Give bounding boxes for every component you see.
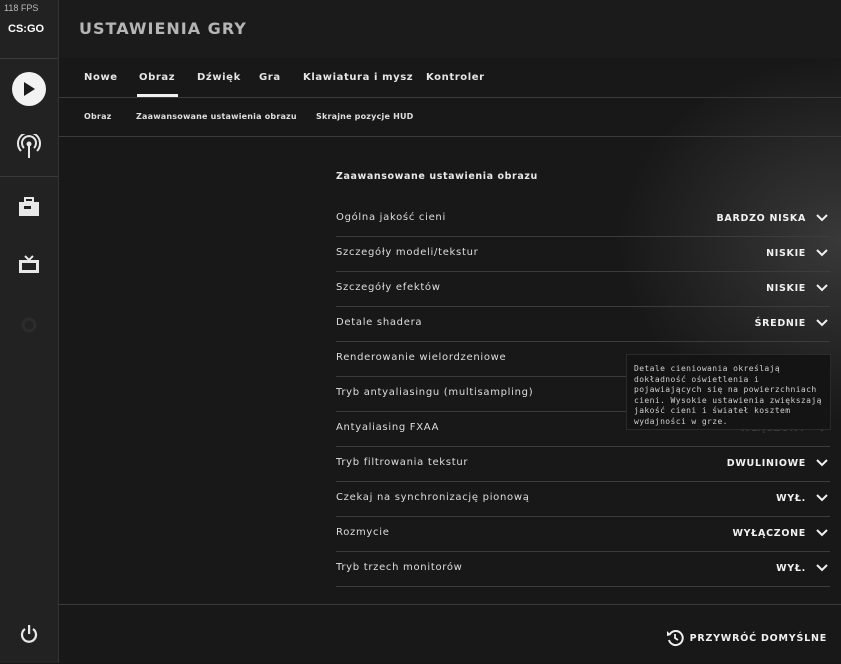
chevron-down-icon[interactable] <box>816 248 828 258</box>
main-panel: USTAWIENIA GRY Nowe Obraz Dźwięk Gra Kla… <box>59 0 841 663</box>
logo-left: CS <box>8 23 24 35</box>
tab-klawiatura-i-mysz[interactable]: Klawiatura i mysz <box>303 72 413 83</box>
tab-gra[interactable]: Gra <box>259 72 281 83</box>
chevron-down-icon[interactable] <box>816 493 828 503</box>
setting-row[interactable]: Czekaj na synchronizację pionową WYŁ. <box>336 481 830 517</box>
footer: PRZYWRÓĆ DOMYŚLNE <box>59 604 841 664</box>
setting-label: Detale shadera <box>336 317 423 328</box>
tab-obraz[interactable]: Obraz <box>136 72 179 97</box>
setting-row[interactable]: Detale shadera ŚREDNIE <box>336 306 830 342</box>
play-icon <box>12 72 46 106</box>
setting-row[interactable]: Szczegóły efektów NISKIE <box>336 271 830 307</box>
subtab-zaawansowane[interactable]: Zaawansowane ustawienia obrazu <box>136 112 297 121</box>
setting-label: Czekaj na synchronizację pionową <box>336 492 530 503</box>
briefcase-icon <box>19 197 39 216</box>
setting-label: Szczegóły efektów <box>336 282 441 293</box>
chevron-down-icon[interactable] <box>816 213 828 223</box>
setting-value[interactable]: WYŁĄCZONE <box>733 528 807 539</box>
csgo-logo: CS:GO <box>8 23 52 41</box>
setting-row[interactable]: Tryb trzech monitorów WYŁ. <box>336 551 830 587</box>
chevron-down-icon[interactable] <box>816 458 828 468</box>
play-button[interactable] <box>0 64 58 114</box>
broadcast-icon <box>17 134 41 158</box>
subtab-skrajne-pozycje-hud[interactable]: Skrajne pozycje HUD <box>316 112 414 121</box>
setting-label: Tryb antyaliasingu (multisampling) <box>336 387 534 398</box>
setting-label: Tryb filtrowania tekstur <box>336 457 469 468</box>
tab-kontroler[interactable]: Kontroler <box>426 72 485 83</box>
main-tabs: Nowe Obraz Dźwięk Gra Klawiatura i mysz … <box>59 58 841 98</box>
chevron-down-icon[interactable] <box>816 528 828 538</box>
fps-counter: 118 FPS <box>4 3 39 13</box>
restore-defaults-button[interactable]: PRZYWRÓĆ DOMYŚLNE <box>666 629 827 647</box>
tab-nowe[interactable]: Nowe <box>84 72 118 83</box>
gear-icon <box>21 317 37 333</box>
logo-right: GO <box>26 23 45 35</box>
setting-row[interactable]: Rozmycie WYŁĄCZONE <box>336 516 830 552</box>
setting-value[interactable]: DWULINIOWE <box>727 458 806 469</box>
tab-dzwiek[interactable]: Dźwięk <box>197 72 241 83</box>
setting-label: Szczegóły modeli/tekstur <box>336 247 479 258</box>
header: USTAWIENIA GRY <box>59 0 841 58</box>
setting-label: Ogólna jakość cieni <box>336 212 446 223</box>
sub-tabs: Obraz Zaawansowane ustawienia obrazu Skr… <box>59 98 841 137</box>
restore-icon <box>666 630 684 647</box>
sidebar-divider <box>0 58 58 59</box>
setting-row[interactable]: Tryb filtrowania tekstur DWULINIOWE <box>336 446 830 482</box>
setting-value[interactable]: ŚREDNIE <box>755 318 806 329</box>
restore-defaults-label: PRZYWRÓĆ DOMYŚLNE <box>689 632 827 644</box>
power-icon <box>20 625 38 643</box>
setting-value[interactable]: NISKIE <box>766 248 806 259</box>
page-title: USTAWIENIA GRY <box>79 19 247 38</box>
inventory-button[interactable] <box>0 182 58 232</box>
sidebar: 118 FPS CS:GO <box>0 0 59 663</box>
subtab-obraz[interactable]: Obraz <box>84 112 112 121</box>
section-title: Zaawansowane ustawienia obrazu <box>336 171 538 182</box>
broadcast-button[interactable] <box>0 122 58 172</box>
setting-label: Renderowanie wielordzeniowe <box>336 352 507 363</box>
setting-label: Tryb trzech monitorów <box>336 562 463 573</box>
setting-value[interactable]: BARDZO NISKA <box>716 213 806 224</box>
chevron-down-icon[interactable] <box>816 563 828 573</box>
setting-value[interactable]: WYŁ. <box>776 563 806 574</box>
chevron-down-icon[interactable] <box>816 318 828 328</box>
tv-icon <box>19 255 39 273</box>
power-button[interactable] <box>0 609 58 659</box>
setting-tooltip: Detale cieniowania określają dokładność … <box>626 354 831 430</box>
setting-label: Rozmycie <box>336 527 390 538</box>
setting-value[interactable]: NISKIE <box>766 283 806 294</box>
settings-button[interactable] <box>0 300 58 350</box>
setting-value[interactable]: WYŁ. <box>776 493 806 504</box>
setting-label: Antyaliasing FXAA <box>336 422 440 433</box>
setting-row[interactable]: Ogólna jakość cieni BARDZO NISKA <box>336 201 830 237</box>
watch-button[interactable] <box>0 240 58 290</box>
setting-row[interactable]: Szczegóły modeli/tekstur NISKIE <box>336 236 830 272</box>
sidebar-divider <box>0 176 58 177</box>
chevron-down-icon[interactable] <box>816 283 828 293</box>
